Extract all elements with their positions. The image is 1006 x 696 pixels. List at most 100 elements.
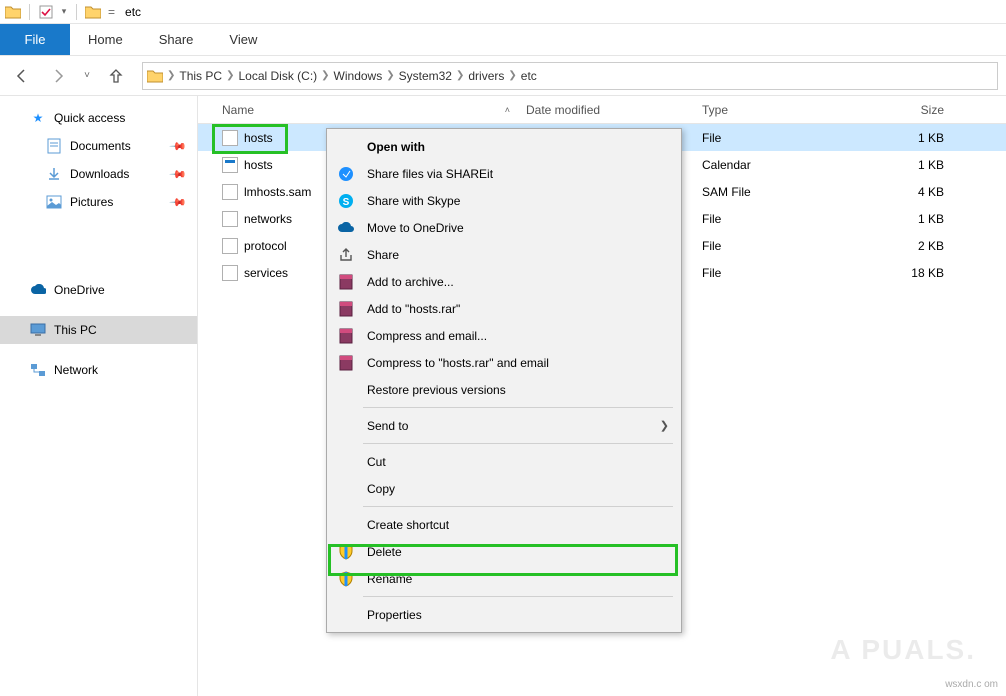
- file-icon: [222, 130, 238, 146]
- window-title: etc: [125, 5, 141, 19]
- shield-icon: [337, 570, 355, 588]
- file-name: services: [244, 266, 288, 280]
- cm-create-shortcut[interactable]: Create shortcut: [327, 511, 681, 538]
- download-icon: [46, 166, 62, 182]
- file-name: lmhosts.sam: [244, 185, 311, 199]
- file-tab[interactable]: File: [0, 24, 70, 55]
- chevron-right-icon[interactable]: ❯: [386, 70, 394, 81]
- sidebar-item-quick-access[interactable]: ★ Quick access: [0, 104, 197, 132]
- chevron-right-icon[interactable]: ❯: [167, 70, 175, 81]
- tab-view[interactable]: View: [211, 24, 275, 55]
- sidebar-item-label: Quick access: [54, 111, 125, 125]
- file-type: File: [696, 131, 840, 145]
- archive-icon: [337, 273, 355, 291]
- file-size: 2 KB: [840, 239, 952, 253]
- file-name: hosts: [244, 158, 273, 172]
- sidebar-item-downloads[interactable]: Downloads 📌: [0, 160, 197, 188]
- shield-icon: [337, 543, 355, 561]
- up-button[interactable]: [102, 62, 130, 90]
- file-type: File: [696, 212, 840, 226]
- pin-icon: 📌: [169, 165, 188, 184]
- cm-send-to[interactable]: Send to❯: [327, 412, 681, 439]
- col-size[interactable]: Size: [840, 96, 952, 123]
- cm-properties[interactable]: Properties: [327, 601, 681, 628]
- breadcrumb[interactable]: ❯ This PC ❯ Local Disk (C:) ❯ Windows ❯ …: [142, 62, 998, 90]
- cm-add-archive[interactable]: Add to archive...: [327, 268, 681, 295]
- sidebar-item-onedrive[interactable]: OneDrive: [0, 276, 197, 304]
- sidebar-item-this-pc[interactable]: This PC: [0, 316, 197, 344]
- forward-button[interactable]: [44, 62, 72, 90]
- back-button[interactable]: [8, 62, 36, 90]
- context-menu: Open with Share files via SHAREit S Shar…: [326, 128, 682, 633]
- file-size: 18 KB: [840, 266, 952, 280]
- pin-icon: 📌: [169, 137, 188, 156]
- folder-icon[interactable]: [84, 3, 102, 21]
- file-size: 1 KB: [840, 212, 952, 226]
- cm-shareit[interactable]: Share files via SHAREit: [327, 160, 681, 187]
- file-name: networks: [244, 212, 292, 226]
- col-type[interactable]: Type: [696, 96, 840, 123]
- chevron-right-icon[interactable]: ❯: [321, 70, 329, 81]
- col-name[interactable]: Name˄: [198, 96, 520, 123]
- crumb-this-pc[interactable]: This PC: [179, 69, 222, 83]
- file-type: Calendar: [696, 158, 840, 172]
- watermark-logo: A PUALS.: [830, 634, 976, 666]
- cm-cut[interactable]: Cut: [327, 448, 681, 475]
- cm-compress-email[interactable]: Compress and email...: [327, 322, 681, 349]
- cm-delete[interactable]: Delete: [327, 538, 681, 565]
- document-icon: [46, 138, 62, 154]
- column-headers[interactable]: Name˄ Date modified Type Size: [198, 96, 1006, 124]
- chevron-right-icon[interactable]: ❯: [508, 70, 516, 81]
- col-date[interactable]: Date modified: [520, 96, 696, 123]
- file-icon: [222, 211, 238, 227]
- crumb-etc[interactable]: etc: [521, 69, 537, 83]
- sidebar-item-label: Pictures: [70, 195, 113, 209]
- folder-icon[interactable]: [4, 3, 22, 21]
- file-size: 1 KB: [840, 131, 952, 145]
- file-size: 4 KB: [840, 185, 952, 199]
- sidebar-item-label: Documents: [70, 139, 131, 153]
- sort-indicator-icon: ˄: [505, 105, 510, 115]
- file-icon: [222, 184, 238, 200]
- dropdown-icon[interactable]: ▾: [59, 3, 69, 21]
- sidebar-item-label: Network: [54, 363, 98, 377]
- archive-icon: [337, 327, 355, 345]
- checkbox-icon[interactable]: [37, 3, 55, 21]
- file-type: File: [696, 239, 840, 253]
- tab-share[interactable]: Share: [141, 24, 212, 55]
- svg-text:S: S: [343, 197, 350, 208]
- separator: [76, 4, 77, 20]
- cm-onedrive[interactable]: Move to OneDrive: [327, 214, 681, 241]
- file-icon: [222, 157, 238, 173]
- pin-icon: 📌: [169, 193, 188, 212]
- cm-restore[interactable]: Restore previous versions: [327, 376, 681, 403]
- file-name: hosts: [244, 131, 273, 145]
- chevron-right-icon[interactable]: ❯: [456, 70, 464, 81]
- tab-home[interactable]: Home: [70, 24, 141, 55]
- file-name: protocol: [244, 239, 287, 253]
- cm-share[interactable]: Share: [327, 241, 681, 268]
- chevron-right-icon: ❯: [660, 419, 669, 432]
- file-type: SAM File: [696, 185, 840, 199]
- chevron-right-icon[interactable]: ❯: [226, 70, 234, 81]
- ribbon: File Home Share View: [0, 24, 1006, 56]
- watermark: wsxdn.c om: [945, 679, 998, 690]
- cm-skype[interactable]: S Share with Skype: [327, 187, 681, 214]
- crumb-drivers[interactable]: drivers: [468, 69, 504, 83]
- sidebar-item-documents[interactable]: Documents 📌: [0, 132, 197, 160]
- crumb-system32[interactable]: System32: [399, 69, 452, 83]
- file-icon: [222, 265, 238, 281]
- cm-copy[interactable]: Copy: [327, 475, 681, 502]
- sidebar-item-network[interactable]: Network: [0, 356, 197, 384]
- recent-dropdown[interactable]: ˅: [80, 62, 94, 90]
- file-icon: [222, 238, 238, 254]
- cm-rename[interactable]: Rename: [327, 565, 681, 592]
- cm-add-rar[interactable]: Add to "hosts.rar": [327, 295, 681, 322]
- file-type: File: [696, 266, 840, 280]
- sidebar-item-pictures[interactable]: Pictures 📌: [0, 188, 197, 216]
- crumb-local-disk[interactable]: Local Disk (C:): [238, 69, 317, 83]
- cm-open-with[interactable]: Open with: [327, 133, 681, 160]
- picture-icon: [46, 194, 62, 210]
- cm-compress-rar-email[interactable]: Compress to "hosts.rar" and email: [327, 349, 681, 376]
- crumb-windows[interactable]: Windows: [334, 69, 383, 83]
